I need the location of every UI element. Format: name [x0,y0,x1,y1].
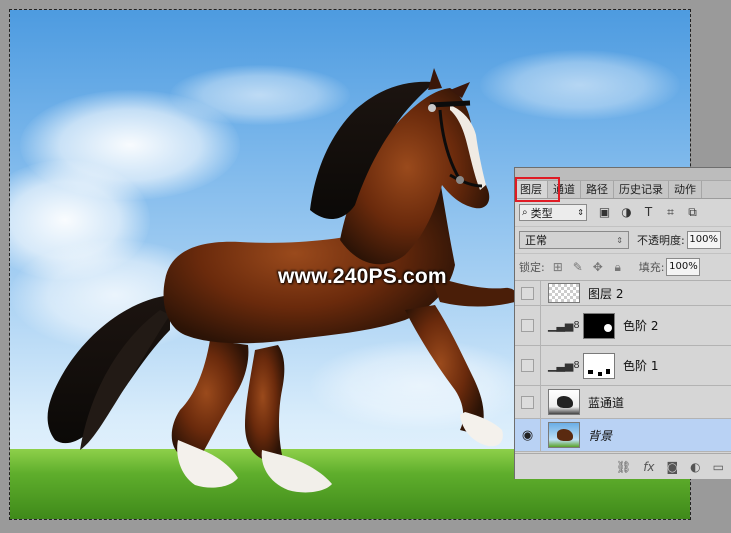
layer-row[interactable]: ◉ 背景 [515,419,731,452]
tab-layers[interactable]: 图层 [515,181,548,198]
adjustment-filter-icon[interactable]: ◑ [619,205,634,220]
lock-row: 锁定: ⊞ ✎ ✥ 🔒︎ 填充: 100% [515,254,731,281]
layer-name[interactable]: 色阶 1 [623,357,658,374]
layers-panel: 图层 通道 路径 历史记录 动作 ⌕ 类型 ⇕ ▣ ◑ T ⌗ ⧉ 正常 ⇕ 不… [514,167,731,479]
layer-thumbnail [548,389,580,415]
layer-row[interactable]: ▁▃▅ 8 色阶 2 [515,306,731,346]
hidden-box-icon [521,286,534,300]
fill-label: 填充: [638,261,665,274]
hidden-box-icon [521,319,534,332]
opacity-field[interactable]: 100% [686,231,721,249]
updown-arrow-icon: ⇕ [577,208,584,217]
smart-object-filter-icon[interactable]: ⧉ [685,205,700,220]
blend-mode-label: 正常 [525,234,547,247]
tab-actions[interactable]: 动作 [669,181,702,198]
updown-arrow-icon: ⇕ [616,235,623,245]
type-filter-icon[interactable]: T [641,205,656,220]
lock-brush-icon[interactable]: ✎ [571,260,585,275]
levels-adjustment-icon: ▁▃▅ [548,318,574,332]
visibility-toggle[interactable]: ◉ [515,419,541,451]
layer-name[interactable]: 图层 2 [588,285,623,302]
layer-name[interactable]: 蓝通道 [588,394,624,411]
fill-field[interactable]: 100% [666,258,701,276]
layer-filter-row: ⌕ 类型 ⇕ ▣ ◑ T ⌗ ⧉ [515,199,731,227]
link-icon[interactable]: ⛓︎ [616,460,631,474]
blend-row: 正常 ⇕ 不透明度: 100% [515,227,731,254]
blend-mode-select[interactable]: 正常 ⇕ [519,231,629,249]
tab-channels[interactable]: 通道 [548,181,581,198]
add-mask-icon[interactable]: ◙ [667,460,679,474]
lock-all-icon[interactable]: 🔒︎ [611,260,625,275]
folder-icon[interactable]: ▭ [713,460,724,474]
panel-title-bar[interactable] [515,168,731,181]
hidden-box-icon [521,395,534,409]
pixel-filter-icon[interactable]: ▣ [597,205,612,220]
layer-mask-thumbnail[interactable] [583,312,615,339]
shape-filter-icon[interactable]: ⌗ [663,205,678,220]
lock-transparency-icon[interactable]: ⊞ [551,260,565,275]
kind-filter-select[interactable]: ⌕ 类型 ⇕ [519,204,587,221]
layer-row[interactable]: 蓝通道 [515,386,731,419]
visibility-toggle[interactable] [515,281,541,305]
watermark-text: www.240PS.com [278,265,447,288]
eye-icon: ◉ [521,427,534,443]
tab-paths[interactable]: 路径 [581,181,614,198]
fx-icon[interactable]: fx [643,460,654,474]
search-icon: ⌕ [522,207,528,218]
chain-link-icon[interactable]: 8 [572,360,581,371]
adjustment-icon[interactable]: ◐ [690,460,700,474]
visibility-toggle[interactable] [515,306,541,345]
chain-link-icon[interactable]: 8 [572,320,581,331]
opacity-label: 不透明度: [637,234,685,247]
layer-row[interactable]: ▁▃▅ 8 色阶 1 [515,346,731,386]
hidden-box-icon [521,359,534,372]
layer-thumbnail [548,422,580,448]
layer-thumbnail [548,283,580,303]
levels-adjustment-icon: ▁▃▅ [548,358,574,372]
lock-label: 锁定: [519,261,545,274]
kind-filter-label: 类型 [530,206,553,220]
visibility-toggle[interactable] [515,386,541,418]
layer-list: 图层 2 ▁▃▅ 8 色阶 2 ▁▃▅ 8 色阶 1 蓝通道 ◉ 背景 [515,281,731,452]
lock-move-icon[interactable]: ✥ [591,260,605,275]
tab-history[interactable]: 历史记录 [614,181,669,198]
layer-name[interactable]: 色阶 2 [623,317,658,334]
panel-footer: ⛓︎ fx ◙ ◐ ▭ [515,453,731,479]
panel-tabs: 图层 通道 路径 历史记录 动作 [515,181,731,199]
layer-name[interactable]: 背景 [588,427,612,444]
visibility-toggle[interactable] [515,346,541,385]
layer-row[interactable]: 图层 2 [515,281,731,306]
layer-mask-thumbnail[interactable] [583,352,615,379]
